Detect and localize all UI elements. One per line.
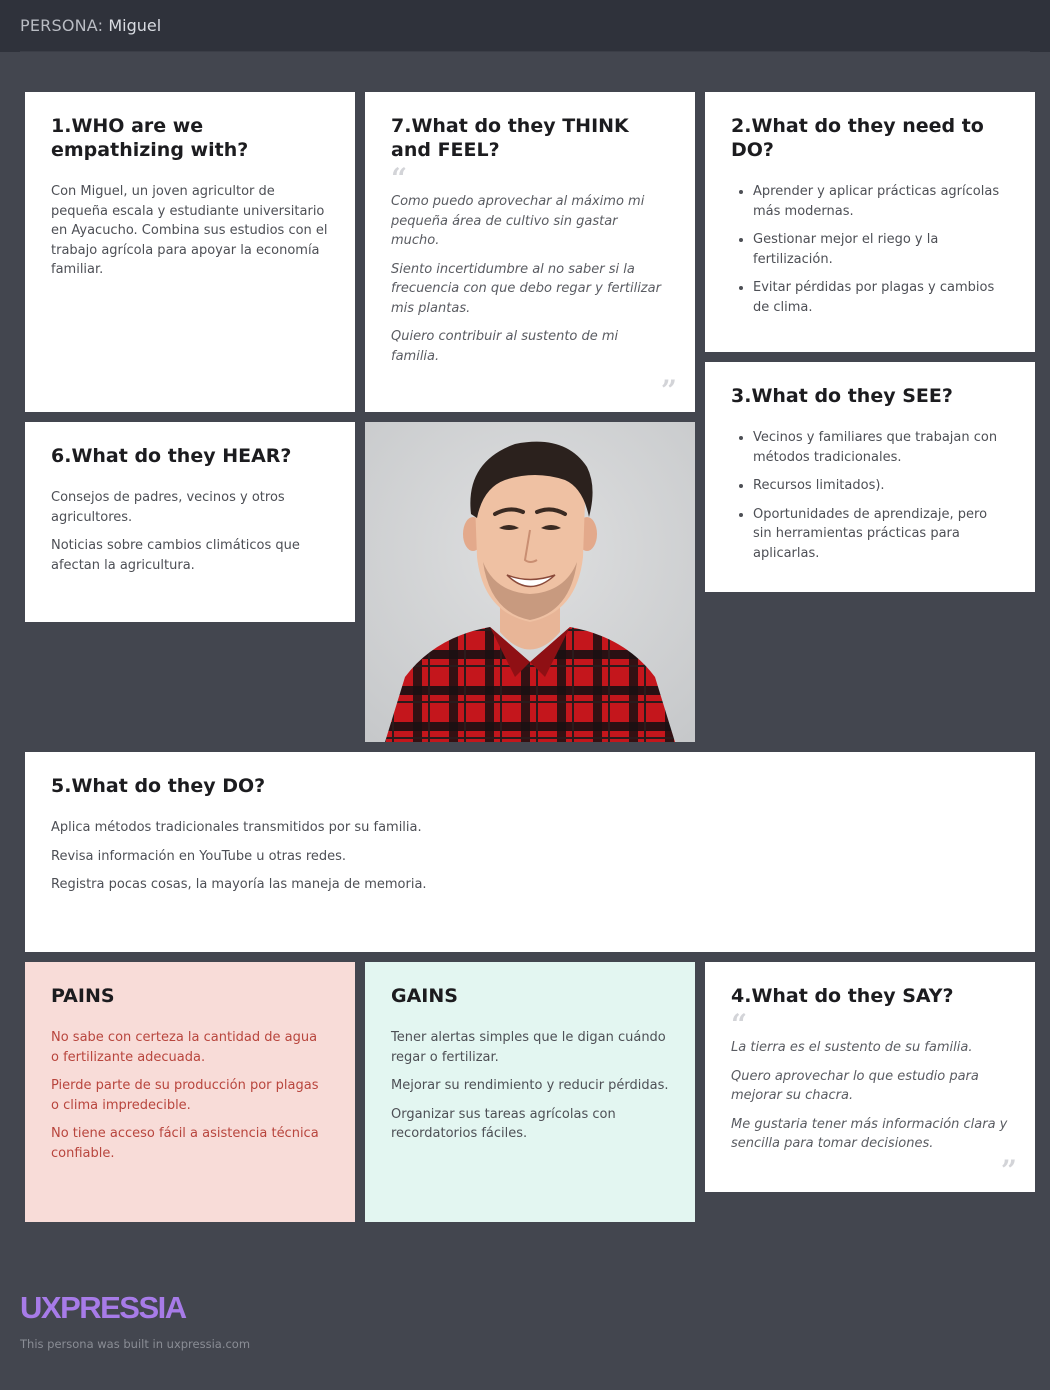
think-feel-quote: Siento incertidumbre al no saber si la f… [391, 261, 661, 316]
think-feel-quote: Como puedo aprovechar al máximo mi peque… [391, 194, 645, 248]
who-title: 1.WHO are we empathizing with? [51, 115, 249, 161]
header-bar: PERSONA: Miguel [0, 0, 1050, 52]
say-quote: Me gustaria tener más información clara … [731, 1116, 1008, 1152]
do-item: Aplica métodos tradicionales transmitido… [51, 820, 422, 835]
list-item: Vecinos y familiares que trabajan con mé… [753, 428, 1009, 467]
open-quote-icon: “ [391, 162, 408, 195]
list-item: Recursos limitados). [753, 476, 1009, 496]
open-quote-icon: “ [731, 1008, 748, 1041]
header-divider [20, 51, 1030, 52]
think-feel-title: 7.What do they THINK and FEEL? [391, 115, 629, 161]
close-quote-icon: ” [660, 374, 677, 407]
need-to-do-card: 2.What do they need to DO? Aprender y ap… [705, 92, 1035, 352]
gains-item: Mejorar su rendimiento y reducir pérdida… [391, 1078, 669, 1093]
list-item: Evitar pérdidas por plagas y cambios de … [753, 278, 1009, 317]
need-to-do-list: Aprender y aplicar prácticas agrícolas m… [731, 182, 1009, 317]
pains-card: PAINS No sabe con certeza la cantidad de… [25, 962, 355, 1222]
do-card: 5.What do they DO? Aplica métodos tradic… [25, 752, 1035, 952]
list-item: Oportunidades de aprendizaje, pero sin h… [753, 505, 1009, 564]
hear-title: 6.What do they HEAR? [51, 445, 292, 467]
persona-name: Miguel [108, 16, 162, 35]
hear-item: Noticias sobre cambios climáticos que af… [51, 538, 300, 573]
close-quote-icon: ” [1000, 1154, 1017, 1187]
gains-item: Tener alertas simples que le digan cuánd… [391, 1030, 666, 1065]
gains-title: GAINS [391, 985, 458, 1007]
pains-item: No sabe con certeza la cantidad de agua … [51, 1030, 318, 1065]
pains-title: PAINS [51, 985, 115, 1007]
persona-photo [365, 422, 695, 742]
need-to-do-title: 2.What do they need to DO? [731, 115, 984, 161]
uxpressia-logo[interactable]: UXPRESSIA [20, 1290, 187, 1326]
do-item: Registra pocas cosas, la mayoría las man… [51, 877, 427, 892]
who-text: Con Miguel, un joven agricultor de peque… [51, 184, 328, 277]
gains-card: GAINS Tener alertas simples que le digan… [365, 962, 695, 1222]
footer-note: This persona was built in uxpressia.com [20, 1337, 251, 1351]
list-item: Gestionar mejor el riego y la fertilizac… [753, 230, 1009, 269]
persona-prefix: PERSONA: [20, 16, 104, 35]
say-quote: Quero aprovechar lo que estudio para mej… [731, 1068, 979, 1104]
see-list: Vecinos y familiares que trabajan con mé… [731, 428, 1009, 563]
see-card: 3.What do they SEE? Vecinos y familiares… [705, 362, 1035, 592]
do-title: 5.What do they DO? [51, 775, 266, 797]
think-feel-card: 7.What do they THINK and FEEL? “ Como pu… [365, 92, 695, 412]
pains-item: No tiene acceso fácil a asistencia técni… [51, 1126, 319, 1161]
gains-item: Organizar sus tareas agrícolas con recor… [391, 1106, 616, 1142]
pains-item: Pierde parte de su producción por plagas… [51, 1078, 319, 1113]
do-item: Revisa información en YouTube u otras re… [51, 848, 347, 864]
see-title: 3.What do they SEE? [731, 385, 953, 407]
hear-item: Consejos de padres, vecinos y otros agri… [51, 490, 285, 525]
persona-title: PERSONA: Miguel [20, 16, 161, 35]
hear-card: 6.What do they HEAR? Consejos de padres,… [25, 422, 355, 622]
say-title: 4.What do they SAY? [731, 985, 954, 1007]
avatar [365, 422, 695, 742]
say-quote: La tierra es el sustento de su familia. [731, 1040, 973, 1055]
say-card: 4.What do they SAY? “ La tierra es el su… [705, 962, 1035, 1192]
list-item: Aprender y aplicar prácticas agrícolas m… [753, 182, 1009, 221]
who-card: 1.WHO are we empathizing with? Con Migue… [25, 92, 355, 412]
think-feel-quote: Quiero contribuir al sustento de mi fami… [391, 329, 619, 364]
